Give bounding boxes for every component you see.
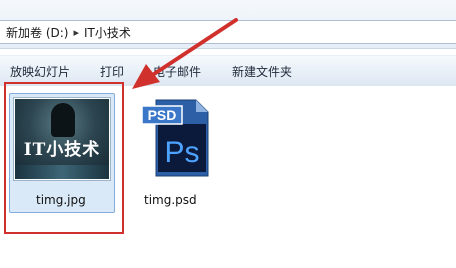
print-button[interactable]: 打印: [100, 63, 124, 80]
explorer-window: 新加卷 (D:) ▸ IT小技术 放映幻灯片 打印 电子邮件 新建文件夹 IT小…: [0, 0, 456, 268]
breadcrumb-folder[interactable]: IT小技术: [81, 24, 134, 41]
file-name-label: timg.jpg: [36, 193, 86, 207]
new-folder-button[interactable]: 新建文件夹: [232, 63, 292, 80]
hooded-figure-icon: [51, 103, 75, 137]
breadcrumb-separator-icon[interactable]: ▸: [71, 26, 81, 39]
breadcrumb-drive[interactable]: 新加卷 (D:): [0, 24, 71, 41]
command-toolbar: 放映幻灯片 打印 电子邮件 新建文件夹: [0, 55, 456, 87]
file-list-area: IT小技术 timg.jpg PSD Ps timg.psd: [0, 86, 456, 268]
keyboard-strip: [15, 165, 109, 179]
thumbnail-caption: IT小技术: [23, 140, 101, 160]
psd-badge-text: PSD: [148, 107, 177, 123]
ps-letters: Ps: [164, 136, 199, 169]
slideshow-button[interactable]: 放映幻灯片: [10, 63, 70, 80]
address-field[interactable]: 新加卷 (D:) ▸ IT小技术: [0, 20, 456, 44]
jpg-thumbnail: IT小技术: [14, 98, 110, 180]
address-bar: 新加卷 (D:) ▸ IT小技术: [0, 0, 456, 49]
photoshop-file-icon: PSD Ps: [142, 99, 209, 177]
file-name-label: timg.psd: [144, 193, 197, 207]
email-button[interactable]: 电子邮件: [153, 63, 201, 80]
